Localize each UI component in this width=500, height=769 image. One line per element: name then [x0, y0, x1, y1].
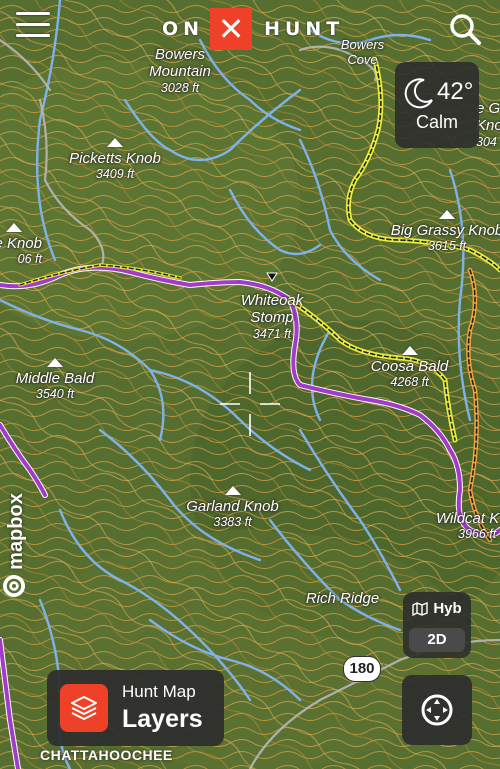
- peak-elevation: 3383 ft: [213, 515, 252, 530]
- place-name: Whiteoak: [240, 292, 304, 309]
- weather-temperature: 42°: [437, 78, 474, 105]
- peak-name: Mountain: [149, 63, 211, 81]
- peak-elevation: 06 ft: [17, 252, 42, 267]
- peak-icon: [439, 210, 455, 219]
- dimension-toggle[interactable]: 2D: [409, 628, 465, 652]
- peak-label-partial-east[interactable]: e G Kno 304: [476, 100, 500, 149]
- map-icon: [412, 601, 429, 616]
- peak-label-ye-knob[interactable]: ye Knob 06 ft: [0, 223, 42, 267]
- logo-text-on: ON: [162, 18, 205, 40]
- menu-button[interactable]: [16, 12, 50, 42]
- peak-elevation: 3966 ft: [458, 527, 497, 542]
- mapbox-logo-icon[interactable]: [3, 575, 25, 597]
- peak-elevation: 3540 ft: [35, 387, 75, 402]
- place-name: Rich Ridge: [305, 590, 380, 607]
- peak-name: Coosa Bald: [370, 358, 449, 375]
- logo-text-hunt: HUNT: [264, 18, 345, 40]
- peak-label-big-grassy-knob[interactable]: Big Grassy Knob 3615 ft: [388, 210, 500, 254]
- peak-icon: [224, 486, 241, 495]
- peak-name: Wildcat K: [436, 510, 500, 527]
- top-bar: ON ✕ HUNT: [0, 0, 500, 56]
- peak-elevation: 4268 ft: [390, 375, 429, 390]
- menu-icon: [16, 12, 50, 15]
- waypoint-marker-icon[interactable]: [266, 272, 278, 282]
- peak-icon: [401, 346, 418, 355]
- layers-subtitle: Hunt Map: [122, 682, 196, 701]
- mapbox-attribution[interactable]: mapbox: [5, 493, 28, 570]
- peak-elevation: 3028 ft: [160, 80, 200, 95]
- basemap-label: Hyb: [433, 600, 462, 617]
- locate-me-button[interactable]: [402, 675, 472, 745]
- basemap-toggle[interactable]: Hyb: [403, 600, 471, 617]
- crosshair-icon: [220, 372, 280, 436]
- peak-label-middle-bald[interactable]: Middle Bald 3540 ft: [5, 358, 105, 402]
- peak-name: Picketts Knob: [69, 150, 161, 167]
- peak-label-coosa-bald[interactable]: Coosa Bald 4268 ft: [362, 346, 457, 390]
- region-label: CHATTAHOOCHEE: [40, 747, 173, 763]
- peak-name: e G: [476, 100, 500, 117]
- place-label-rich-ridge[interactable]: Rich Ridge: [300, 590, 385, 607]
- place-label-whiteoak-stomp[interactable]: Whiteoak Stomp 3471 ft: [232, 292, 312, 341]
- map-mode-control: Hyb 2D: [403, 592, 471, 658]
- onx-hunt-logo: ON ✕ HUNT: [162, 8, 344, 50]
- peak-label-garland-knob[interactable]: Garland Knob 3383 ft: [180, 486, 285, 530]
- peak-icon: [6, 223, 22, 232]
- peak-name: ye Knob: [0, 235, 42, 252]
- peak-name: Big Grassy Knob: [390, 222, 500, 239]
- peak-elevation: 304: [476, 134, 497, 149]
- peak-name: Middle Bald: [15, 370, 95, 387]
- peak-icon: [107, 138, 123, 147]
- peak-label-picketts-knob[interactable]: Picketts Knob 3409 ft: [60, 138, 170, 182]
- moon-icon: [404, 78, 433, 109]
- road-shield: 180: [343, 656, 381, 682]
- layers-button[interactable]: Hunt Map Layers: [47, 670, 224, 746]
- layers-title: Layers: [122, 705, 203, 733]
- place-name: Stomp: [250, 309, 294, 327]
- peak-elevation: 3409 ft: [95, 167, 135, 182]
- gps-locate-icon: [421, 694, 453, 726]
- peak-elevation: 3471 ft: [252, 326, 292, 341]
- weather-widget[interactable]: 42° Calm: [395, 62, 479, 148]
- weather-wind: Calm: [415, 112, 458, 132]
- peak-icon: [47, 358, 63, 367]
- logo-x-mark: ✕: [210, 8, 253, 50]
- map-view[interactable]: Bowers Mountain 3028 ft Bowers Cove Pick…: [0, 0, 500, 769]
- layers-icon: [60, 684, 108, 732]
- search-icon: [450, 14, 481, 45]
- peak-elevation: 3615 ft: [427, 239, 467, 254]
- peak-name: Kno: [476, 117, 500, 135]
- search-button[interactable]: [446, 10, 486, 50]
- peak-label-wildcat[interactable]: Wildcat K 3966 ft: [436, 510, 500, 542]
- peak-name: Garland Knob: [186, 498, 279, 515]
